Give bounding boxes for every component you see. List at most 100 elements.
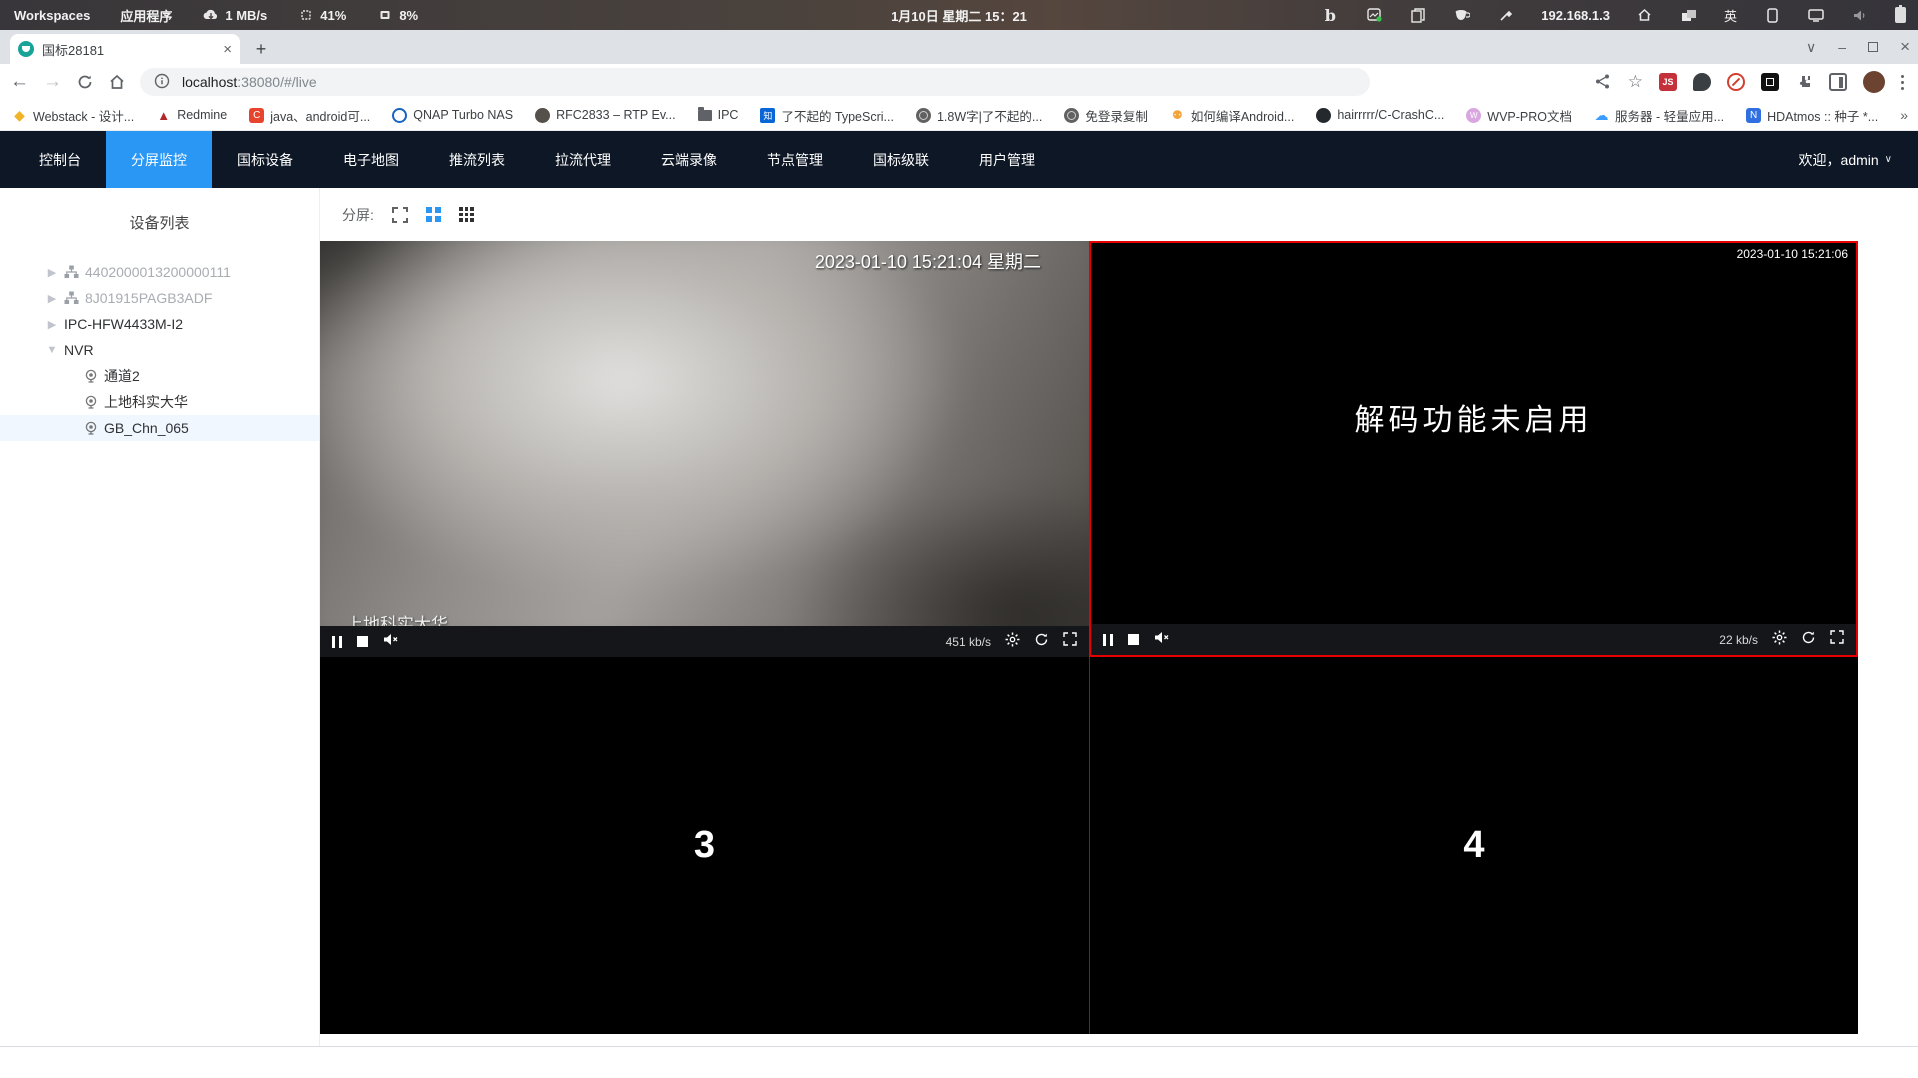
pause-icon[interactable]	[332, 635, 342, 648]
memory-indicator: 8%	[376, 6, 418, 24]
browser-menu-icon[interactable]	[1901, 74, 1904, 90]
caret-right-icon[interactable]: ▶	[46, 266, 58, 279]
tree-node-ipc[interactable]: ▶ IPC-HFW4433M-I2	[0, 311, 319, 337]
extensions-puzzle-icon[interactable]	[1795, 73, 1813, 91]
bing-icon[interactable]: b	[1321, 6, 1339, 25]
extension-blocker-icon[interactable]	[1727, 73, 1745, 91]
caret-down-icon[interactable]: ▼	[46, 344, 58, 356]
settings-gear-icon[interactable]	[1005, 632, 1020, 652]
workspaces-button[interactable]: Workspaces	[14, 8, 90, 23]
share-icon[interactable]	[1594, 73, 1612, 91]
tree-channel-1[interactable]: 通道2	[0, 363, 319, 389]
bookmark-hdatmos[interactable]: N HDAtmos :: 种子 *...	[1746, 106, 1878, 125]
extension-js-icon[interactable]: JS	[1659, 73, 1677, 91]
display-icon[interactable]	[1807, 6, 1825, 24]
site-info-icon[interactable]	[154, 73, 172, 91]
nav-item-split-monitor[interactable]: 分屏监控	[106, 131, 212, 188]
video-cell-3[interactable]: 3	[320, 657, 1089, 1034]
back-button[interactable]: ←	[10, 71, 29, 93]
bookmark-rfc2833[interactable]: RFC2833 – RTP Ev...	[535, 107, 676, 123]
tab-close-icon[interactable]: ×	[223, 41, 232, 58]
bookmark-ipc-folder[interactable]: IPC	[697, 106, 738, 122]
volume-muted-icon[interactable]	[1154, 631, 1170, 649]
nav-item-push-list[interactable]: 推流列表	[424, 131, 530, 188]
applications-menu[interactable]: 应用程序	[120, 6, 172, 25]
forward-button[interactable]: →	[43, 71, 62, 93]
nav-item-gb-cascade[interactable]: 国标级联	[848, 131, 954, 188]
bookmark-server[interactable]: ☁ 服务器 - 轻量应用...	[1594, 106, 1725, 125]
expand-icon[interactable]	[1830, 630, 1844, 649]
screen-rotate-icon[interactable]	[1763, 6, 1781, 24]
video-cell-1[interactable]: 2023-01-10 15:21:04 星期二 上地科实大华 451 kb/s	[320, 241, 1089, 657]
clipboard-copy-icon[interactable]	[1409, 6, 1427, 24]
bookmark-qnap[interactable]: QNAP Turbo NAS	[392, 107, 513, 123]
side-panel-icon[interactable]	[1829, 73, 1847, 91]
browser-address-bar: ← → localhost:38080/#/live ☆ JS	[0, 64, 1918, 100]
settings-gear-icon[interactable]	[1772, 630, 1787, 650]
bookmarks-overflow-icon[interactable]: »	[1900, 107, 1908, 123]
tab-search-chevron-icon[interactable]: ∨	[1806, 39, 1816, 56]
nav-item-user-manage[interactable]: 用户管理	[954, 131, 1060, 188]
volume-icon[interactable]	[1851, 6, 1869, 24]
tree-channel-3-selected[interactable]: GB_Chn_065	[0, 415, 319, 441]
tree-node-device-2[interactable]: ▶ 8J01915PAGB3ADF	[0, 285, 319, 311]
battery-icon[interactable]	[1895, 5, 1906, 23]
reload-button[interactable]	[76, 73, 94, 91]
url-bar[interactable]: localhost:38080/#/live	[140, 68, 1370, 96]
bookmark-18w[interactable]: 1.8W字|了不起的...	[915, 106, 1042, 125]
nav-item-cloud-record[interactable]: 云端录像	[636, 131, 742, 188]
bookmark-android[interactable]: ⚉ 如何编译Android...	[1170, 106, 1294, 125]
bookmark-copy[interactable]: 免登录复制	[1064, 106, 1148, 125]
bookmark-typescript[interactable]: 知了不起的 TypeScri...	[760, 106, 894, 125]
tree-node-device-1[interactable]: ▶ 4402000013200000111	[0, 259, 319, 285]
browser-tab-bar: 国标28181 × + ∨ – ×	[0, 30, 1918, 64]
fullscreen-icon[interactable]	[391, 206, 408, 223]
extension-dark-icon[interactable]	[1693, 73, 1711, 91]
coffee-cup-icon[interactable]	[1453, 6, 1471, 24]
home-icon[interactable]	[1636, 6, 1654, 24]
nav-item-node-manage[interactable]: 节点管理	[742, 131, 848, 188]
grid-2x2-icon[interactable]	[425, 207, 441, 222]
pause-icon[interactable]	[1103, 633, 1113, 646]
stop-icon[interactable]	[1128, 634, 1139, 645]
video-cell-2[interactable]: 2023-01-10 15:21:06 解码功能未启用 22 kb/s	[1089, 241, 1858, 657]
window-close-button[interactable]: ×	[1900, 37, 1910, 57]
nav-item-pull-proxy[interactable]: 拉流代理	[530, 131, 636, 188]
tree-channel-2[interactable]: 上地科实大华	[0, 389, 319, 415]
caret-right-icon[interactable]: ▶	[46, 318, 58, 331]
volume-muted-icon[interactable]	[383, 633, 399, 651]
new-tab-button[interactable]: +	[248, 36, 274, 62]
screenshot-icon[interactable]	[1365, 6, 1383, 24]
ip-address[interactable]: 192.168.1.3	[1541, 8, 1610, 23]
grid-3x3-icon[interactable]	[458, 207, 474, 222]
bookmark-java[interactable]: Cjava、android可...	[249, 106, 370, 125]
input-method-indicator[interactable]: 英	[1724, 6, 1737, 25]
home-button[interactable]	[108, 73, 126, 91]
bookmark-webstack[interactable]: ◆ Webstack - 设计...	[12, 106, 134, 125]
refresh-icon[interactable]	[1034, 632, 1049, 652]
profile-avatar[interactable]	[1863, 71, 1885, 93]
bookmark-star-icon[interactable]: ☆	[1628, 72, 1643, 92]
nav-item-map[interactable]: 电子地图	[318, 131, 424, 188]
expand-icon[interactable]	[1063, 632, 1077, 651]
tab-favicon-icon	[18, 41, 34, 57]
caret-right-icon[interactable]: ▶	[46, 292, 58, 305]
window-minimize-button[interactable]: –	[1838, 39, 1846, 55]
video-stream-2[interactable]: 2023-01-10 15:21:06 解码功能未启用	[1091, 243, 1856, 624]
extension-frame-icon[interactable]	[1761, 73, 1779, 91]
stop-icon[interactable]	[357, 636, 368, 647]
tree-node-nvr[interactable]: ▼ NVR	[0, 337, 319, 363]
nav-item-console[interactable]: 控制台	[14, 131, 106, 188]
bookmark-github[interactable]: hairrrrr/C-CrashC...	[1316, 107, 1444, 123]
workspace-switcher-icon[interactable]	[1680, 6, 1698, 24]
window-restore-button[interactable]	[1868, 42, 1879, 52]
video-cell-4[interactable]: 4	[1089, 657, 1858, 1034]
bookmark-wvp[interactable]: W WVP-PRO文档	[1466, 106, 1572, 125]
video-stream-1[interactable]: 2023-01-10 15:21:04 星期二 上地科实大华	[320, 241, 1089, 626]
browser-tab[interactable]: 国标28181 ×	[10, 34, 240, 64]
user-menu[interactable]: 欢迎，admin ∨	[1799, 150, 1918, 170]
bookmark-redmine[interactable]: ▲ Redmine	[156, 108, 227, 123]
color-picker-icon[interactable]	[1497, 6, 1515, 24]
nav-item-gb-devices[interactable]: 国标设备	[212, 131, 318, 188]
refresh-icon[interactable]	[1801, 630, 1816, 650]
